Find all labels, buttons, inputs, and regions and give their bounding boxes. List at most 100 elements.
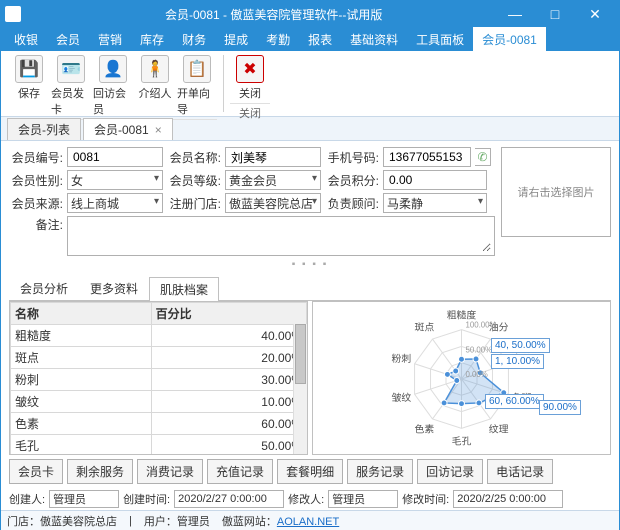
referrer-button[interactable]: 🧍介绍人 (135, 53, 175, 119)
table-row[interactable]: 毛孔50.00% (11, 435, 307, 456)
save-button[interactable]: 💾保存 (9, 53, 49, 119)
menu-8[interactable]: 基础资料 (341, 27, 407, 51)
name-label: 会员名称: (167, 149, 221, 166)
svg-text:毛孔: 毛孔 (452, 436, 472, 448)
menu-7[interactable]: 报表 (299, 27, 341, 51)
referrer-button-icon: 🧍 (141, 55, 169, 83)
bottom-btn[interactable]: 电话记录 (487, 459, 553, 484)
menu-1[interactable]: 会员 (47, 27, 89, 51)
id-label: 会员编号: (9, 149, 63, 166)
menu-4[interactable]: 财务 (173, 27, 215, 51)
bottom-btn[interactable]: 会员卡 (9, 459, 63, 484)
menu-bar: 收银会员营销库存财务提成考勤报表基础资料工具面板会员-0081 (1, 27, 619, 51)
skin-grid[interactable]: 名称百分比粗糙度40.00%斑点20.00%粉刺30.00%皱纹10.00%色素… (9, 301, 308, 455)
grid-header[interactable]: 百分比 (151, 303, 306, 325)
save-button-icon: 💾 (15, 55, 43, 83)
window-close-button[interactable]: ✕ (575, 1, 615, 27)
splitter[interactable]: ▪ ▪ ▪ ▪ (9, 259, 611, 270)
phone-icon[interactable]: ✆ (475, 148, 491, 166)
table-row[interactable]: 斑点20.00% (11, 347, 307, 369)
gender-select[interactable]: 女 (67, 170, 163, 190)
chart-tooltip: 60, 60.00% (485, 394, 544, 409)
status-store: 傲蓝美容院总店 (40, 516, 117, 528)
grid-scrollbar[interactable] (293, 324, 307, 454)
close-icon: ✖ (236, 55, 264, 83)
consultant-select[interactable]: 马柔静 (383, 193, 487, 213)
issue-card-button-icon: 🪪 (57, 55, 85, 83)
table-row[interactable]: 色素60.00% (11, 413, 307, 435)
consultant-label: 负责顾问: (325, 195, 379, 212)
source-label: 会员来源: (9, 195, 63, 212)
status-user: 管理员 (177, 516, 210, 528)
subtab-1[interactable]: 更多资料 (79, 276, 149, 300)
menu-3[interactable]: 库存 (131, 27, 173, 51)
visit-member-button-icon: 👤 (99, 55, 127, 83)
creator-field: 管理员 (49, 490, 119, 508)
status-bar: 门店：傲蓝美容院总店 | 用户：管理员 傲蓝网站：AOLAN.NET (1, 510, 619, 530)
id-field[interactable] (67, 147, 163, 167)
gender-label: 会员性别: (9, 172, 63, 189)
modifier-field: 管理员 (328, 490, 398, 508)
subtab-0[interactable]: 会员分析 (9, 276, 79, 300)
bottom-btn[interactable]: 充值记录 (207, 459, 273, 484)
svg-text:50.00%: 50.00% (465, 345, 492, 354)
points-field[interactable] (383, 170, 487, 190)
regstore-select[interactable]: 傲蓝美容院总店 (225, 193, 321, 213)
audit-row: 创建人: 管理员 创建时间: 2020/2/27 0:00:00 修改人: 管理… (1, 488, 619, 510)
title-bar: 会员-0081 - 傲蓝美容院管理软件--试用版 — □ ✕ (1, 1, 619, 27)
source-select[interactable]: 线上商城 (67, 193, 163, 213)
phone-label: 手机号码: (325, 149, 379, 166)
chart-tooltip: 1, 10.00% (491, 354, 544, 369)
close-button[interactable]: ✖ 关闭 (230, 53, 270, 103)
subtabs: 会员分析更多资料肌肤档案 (9, 276, 611, 301)
menu-6[interactable]: 考勤 (257, 27, 299, 51)
website-link[interactable]: AOLAN.NET (277, 516, 339, 528)
menu-5[interactable]: 提成 (215, 27, 257, 51)
bottom-buttons: 会员卡剩余服务消费记录充值记录套餐明细服务记录回访记录电话记录 (1, 455, 619, 488)
name-field[interactable] (225, 147, 321, 167)
bottom-btn[interactable]: 服务记录 (347, 459, 413, 484)
regstore-label: 注册门店: (167, 195, 221, 212)
created-field: 2020/2/27 0:00:00 (174, 490, 284, 508)
svg-text:粗糙度: 粗糙度 (447, 308, 477, 321)
issue-card-button[interactable]: 🪪会员发卡 (51, 53, 91, 119)
doc-tab[interactable]: 会员-列表 (7, 118, 81, 140)
menu-2[interactable]: 营销 (89, 27, 131, 51)
visit-member-button[interactable]: 👤回访会员 (93, 53, 133, 119)
photo-box[interactable]: 请右击选择图片 (501, 147, 611, 237)
svg-text:皱纹: 皱纹 (392, 391, 412, 404)
member-form: 会员编号: 会员名称: 手机号码: ✆ 会员性别: 女 会员等级: 黄金会员 会… (1, 141, 619, 272)
level-select[interactable]: 黄金会员 (225, 170, 321, 190)
menu-9[interactable]: 工具面板 (407, 27, 473, 51)
order-wizard-button[interactable]: 📋开单向导 (177, 53, 217, 119)
doc-tab[interactable]: 会员-0081× (83, 118, 173, 140)
tab-close-icon[interactable]: × (155, 123, 162, 137)
subtab-2[interactable]: 肌肤档案 (149, 277, 219, 301)
table-row[interactable]: 皱纹10.00% (11, 391, 307, 413)
minimize-button[interactable]: — (495, 1, 535, 27)
menu-10[interactable]: 会员-0081 (473, 27, 546, 51)
svg-text:0.00%: 0.00% (465, 370, 487, 379)
doc-tabstrip: 会员-列表会员-0081× (1, 117, 619, 141)
modified-label: 修改时间: (402, 491, 449, 507)
chart-tooltip: 40, 50.00% (491, 338, 550, 353)
menu-0[interactable]: 收银 (5, 27, 47, 51)
grid-header[interactable]: 名称 (11, 303, 152, 325)
creator-label: 创建人: (9, 491, 45, 507)
bottom-btn[interactable]: 回访记录 (417, 459, 483, 484)
maximize-button[interactable]: □ (535, 1, 575, 27)
remark-label: 备注: (9, 216, 63, 233)
modifier-label: 修改人: (288, 491, 324, 507)
remark-field[interactable] (67, 216, 495, 256)
created-label: 创建时间: (123, 491, 170, 507)
radar-chart: 粗糙度油分水分色斑纹理毛孔色素皱纹粉刺斑点0.00%50.00%100.00% … (312, 301, 611, 455)
bottom-btn[interactable]: 剩余服务 (67, 459, 133, 484)
app-icon (5, 6, 21, 22)
table-row[interactable]: 粗糙度40.00% (11, 325, 307, 347)
table-row[interactable]: 粉刺30.00% (11, 369, 307, 391)
bottom-btn[interactable]: 套餐明细 (277, 459, 343, 484)
ribbon-group-label: 关闭 (230, 103, 270, 121)
bottom-btn[interactable]: 消费记录 (137, 459, 203, 484)
window-title: 会员-0081 - 傲蓝美容院管理软件--试用版 (165, 6, 382, 23)
phone-field[interactable] (383, 147, 471, 167)
